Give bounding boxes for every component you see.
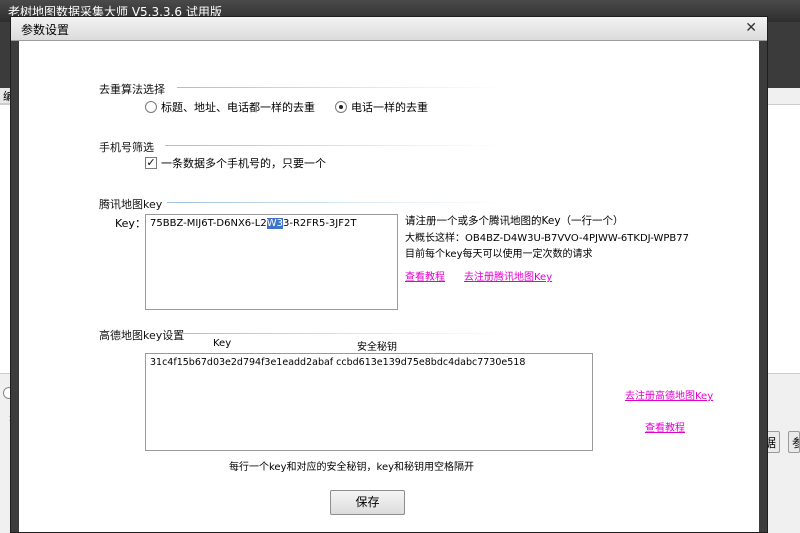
- phone-filter-label: 一条数据多个手机号的，只要一个: [161, 157, 326, 170]
- save-button[interactable]: 保存: [330, 490, 405, 515]
- settings-dialog: 参数设置 ✕ 去重算法选择 标题、地址、电话都一样的去重 电话一样的去重 手机号…: [10, 16, 768, 533]
- dedup-option-phone-label: 电话一样的去重: [351, 101, 428, 114]
- amap-col-secret: 安全秘钥: [357, 342, 397, 353]
- dedup-option-all-label: 标题、地址、电话都一样的去重: [161, 101, 315, 114]
- amap-key-textarea[interactable]: 31c4f15b67d03e2d794f3e1eadd2abaf ccbd613…: [145, 353, 593, 451]
- phone-filter-section-title: 手机号筛选: [99, 141, 154, 154]
- tencent-section-title: 腾讯地图key: [99, 198, 163, 211]
- tencent-register-link[interactable]: 去注册腾讯地图Key: [464, 268, 552, 283]
- phone-filter-option[interactable]: ✓ 一条数据多个手机号的，只要一个: [145, 155, 326, 171]
- dedup-option-all[interactable]: 标题、地址、电话都一样的去重: [145, 99, 315, 115]
- tencent-key-text-selected: W3: [266, 218, 283, 229]
- tencent-hint-1: 请注册一个或多个腾讯地图的Key（一行一个）: [405, 215, 624, 227]
- checkbox-checked-icon[interactable]: ✓: [145, 157, 157, 169]
- amap-key-text: 31c4f15b67d03e2d794f3e1eadd2abaf ccbd613…: [150, 357, 526, 368]
- amap-col-key: Key: [213, 338, 232, 349]
- app-button-partial-2[interactable]: 参: [788, 431, 800, 453]
- tencent-key-label: Key：: [115, 217, 146, 230]
- radio-unchecked-icon[interactable]: [145, 101, 157, 113]
- amap-section-title: 高德地图key设置: [99, 329, 185, 342]
- dedup-section-title: 去重算法选择: [99, 83, 165, 96]
- tencent-divider: [167, 202, 507, 203]
- amap-tutorial-link[interactable]: 查看教程: [645, 419, 685, 434]
- dialog-title: 参数设置: [21, 23, 70, 37]
- tencent-key-textarea[interactable]: 75BBZ-MIJ6T-D6NX6-L2W33-R2FR5-3JF2T: [145, 214, 398, 310]
- amap-divider: [179, 333, 509, 334]
- amap-note: 每行一个key和对应的安全秘钥，key和秘钥用空格隔开: [229, 462, 475, 473]
- tencent-key-text-pre: 75BBZ-MIJ6T-D6NX6-L2: [150, 218, 267, 229]
- amap-register-link[interactable]: 去注册高德地图Key: [625, 387, 713, 402]
- dedup-divider: [177, 87, 507, 88]
- tencent-tutorial-link[interactable]: 查看教程: [405, 268, 445, 283]
- dedup-option-phone[interactable]: 电话一样的去重: [335, 99, 428, 115]
- phone-filter-divider: [165, 145, 505, 146]
- tencent-hint-3: 目前每个key每天可以使用一定次数的请求: [405, 249, 593, 260]
- tencent-key-text-post: 3-R2FR5-3JF2T: [282, 218, 357, 229]
- radio-checked-icon[interactable]: [335, 101, 347, 113]
- close-icon[interactable]: ✕: [745, 20, 757, 36]
- tencent-hint-2: 大概长这样：OB4BZ-D4W3U-B7VVO-4PJWW-6TKDJ-WPB7…: [405, 233, 689, 244]
- dialog-body: 去重算法选择 标题、地址、电话都一样的去重 电话一样的去重 手机号筛选 ✓ 一条…: [19, 41, 759, 532]
- dialog-titlebar: 参数设置 ✕: [11, 17, 767, 41]
